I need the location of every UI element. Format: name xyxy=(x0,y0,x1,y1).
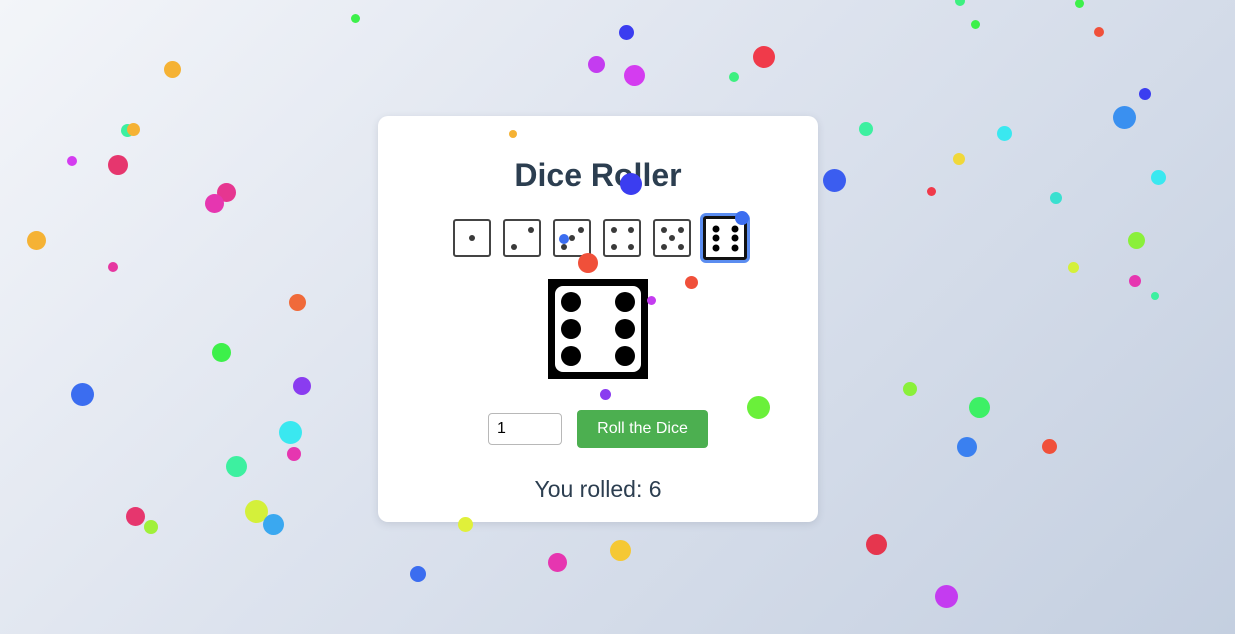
confetti-dot xyxy=(859,122,873,136)
confetti-dot xyxy=(1050,192,1062,204)
confetti-dot xyxy=(67,156,77,166)
die-pip xyxy=(561,319,582,339)
confetti-dot xyxy=(287,447,301,461)
confetti-dot xyxy=(212,343,231,362)
history-die-5[interactable] xyxy=(653,219,691,257)
confetti-dot xyxy=(729,72,739,82)
dice-roller-card: Dice Roller Roll the Dice You rolled: 6 xyxy=(378,116,818,522)
dice-count-input[interactable] xyxy=(488,413,562,445)
die-pip xyxy=(577,226,584,233)
confetti-dot xyxy=(624,65,645,86)
confetti-dot xyxy=(289,294,306,311)
confetti-dot xyxy=(971,20,980,29)
die-pip xyxy=(610,226,617,233)
confetti-dot xyxy=(957,437,977,457)
die-pip xyxy=(731,244,738,251)
confetti-dot xyxy=(1129,275,1141,287)
die-pip xyxy=(614,319,635,339)
confetti-dot xyxy=(1068,262,1079,273)
confetti-dot xyxy=(164,61,181,78)
roll-dice-button[interactable]: Roll the Dice xyxy=(577,410,708,448)
history-die-3[interactable] xyxy=(553,219,591,257)
confetti-dot xyxy=(953,153,965,165)
confetti-dot xyxy=(927,187,936,196)
confetti-dot xyxy=(903,382,917,396)
die-pip xyxy=(627,226,634,233)
confetti-dot xyxy=(217,183,236,202)
confetti-dot xyxy=(1075,0,1084,8)
confetti-dot xyxy=(610,540,631,561)
confetti-dot xyxy=(205,194,224,213)
confetti-dot xyxy=(1151,292,1159,300)
confetti-dot xyxy=(1113,106,1136,129)
confetti-dot xyxy=(293,377,311,395)
confetti-dot xyxy=(245,500,268,523)
confetti-dot xyxy=(144,520,158,534)
confetti-dot xyxy=(226,456,247,477)
die-pip xyxy=(614,292,635,313)
die-pip xyxy=(614,345,635,366)
confetti-dot xyxy=(27,231,46,250)
die-pip xyxy=(561,345,582,366)
die-pip xyxy=(712,244,719,251)
confetti-dot xyxy=(823,169,846,192)
history-die-6[interactable] xyxy=(703,216,747,260)
confetti-dot xyxy=(588,56,605,73)
confetti-dot xyxy=(108,155,128,175)
confetti-dot xyxy=(279,421,302,444)
confetti-dot xyxy=(1042,439,1057,454)
history-die-4[interactable] xyxy=(603,219,641,257)
confetti-dot xyxy=(351,14,360,23)
die-pip xyxy=(731,234,738,242)
history-die-2[interactable] xyxy=(503,219,541,257)
confetti-dot xyxy=(1094,27,1104,37)
confetti-dot xyxy=(619,25,634,40)
confetti-dot xyxy=(121,124,134,137)
confetti-dot xyxy=(969,397,990,418)
current-die-face xyxy=(555,286,641,372)
die-pip xyxy=(569,235,575,241)
die-pip xyxy=(510,243,517,250)
die-pip xyxy=(731,225,738,232)
confetti-dot xyxy=(410,566,426,582)
die-pip xyxy=(527,226,534,233)
confetti-dot xyxy=(955,0,965,6)
confetti-dot xyxy=(935,585,958,608)
die-pip xyxy=(560,243,567,250)
die-pip xyxy=(660,226,667,233)
confetti-dot xyxy=(71,383,94,406)
history-die-1[interactable] xyxy=(453,219,491,257)
confetti-dot xyxy=(866,534,887,555)
die-pip xyxy=(669,235,675,241)
confetti-dot xyxy=(1139,88,1151,100)
confetti-dot xyxy=(1128,232,1145,249)
die-pip xyxy=(627,243,634,250)
confetti-dot xyxy=(126,507,145,526)
die-pip xyxy=(677,243,684,250)
die-pip xyxy=(469,235,475,241)
confetti-dot xyxy=(548,553,567,572)
page-title: Dice Roller xyxy=(514,157,682,193)
die-pip xyxy=(610,243,617,250)
roll-result-text: You rolled: 6 xyxy=(534,476,662,502)
confetti-dot xyxy=(108,262,118,272)
confetti-dot xyxy=(263,514,284,535)
roll-history xyxy=(453,216,753,261)
die-pip xyxy=(712,234,719,242)
current-die xyxy=(548,279,648,379)
die-pip xyxy=(561,292,582,313)
die-pip xyxy=(660,243,667,250)
die-pip xyxy=(677,226,684,233)
confetti-dot xyxy=(127,123,140,136)
confetti-dot xyxy=(1151,170,1166,185)
confetti-dot xyxy=(753,46,775,68)
confetti-dot xyxy=(997,126,1012,141)
die-pip xyxy=(712,225,719,232)
